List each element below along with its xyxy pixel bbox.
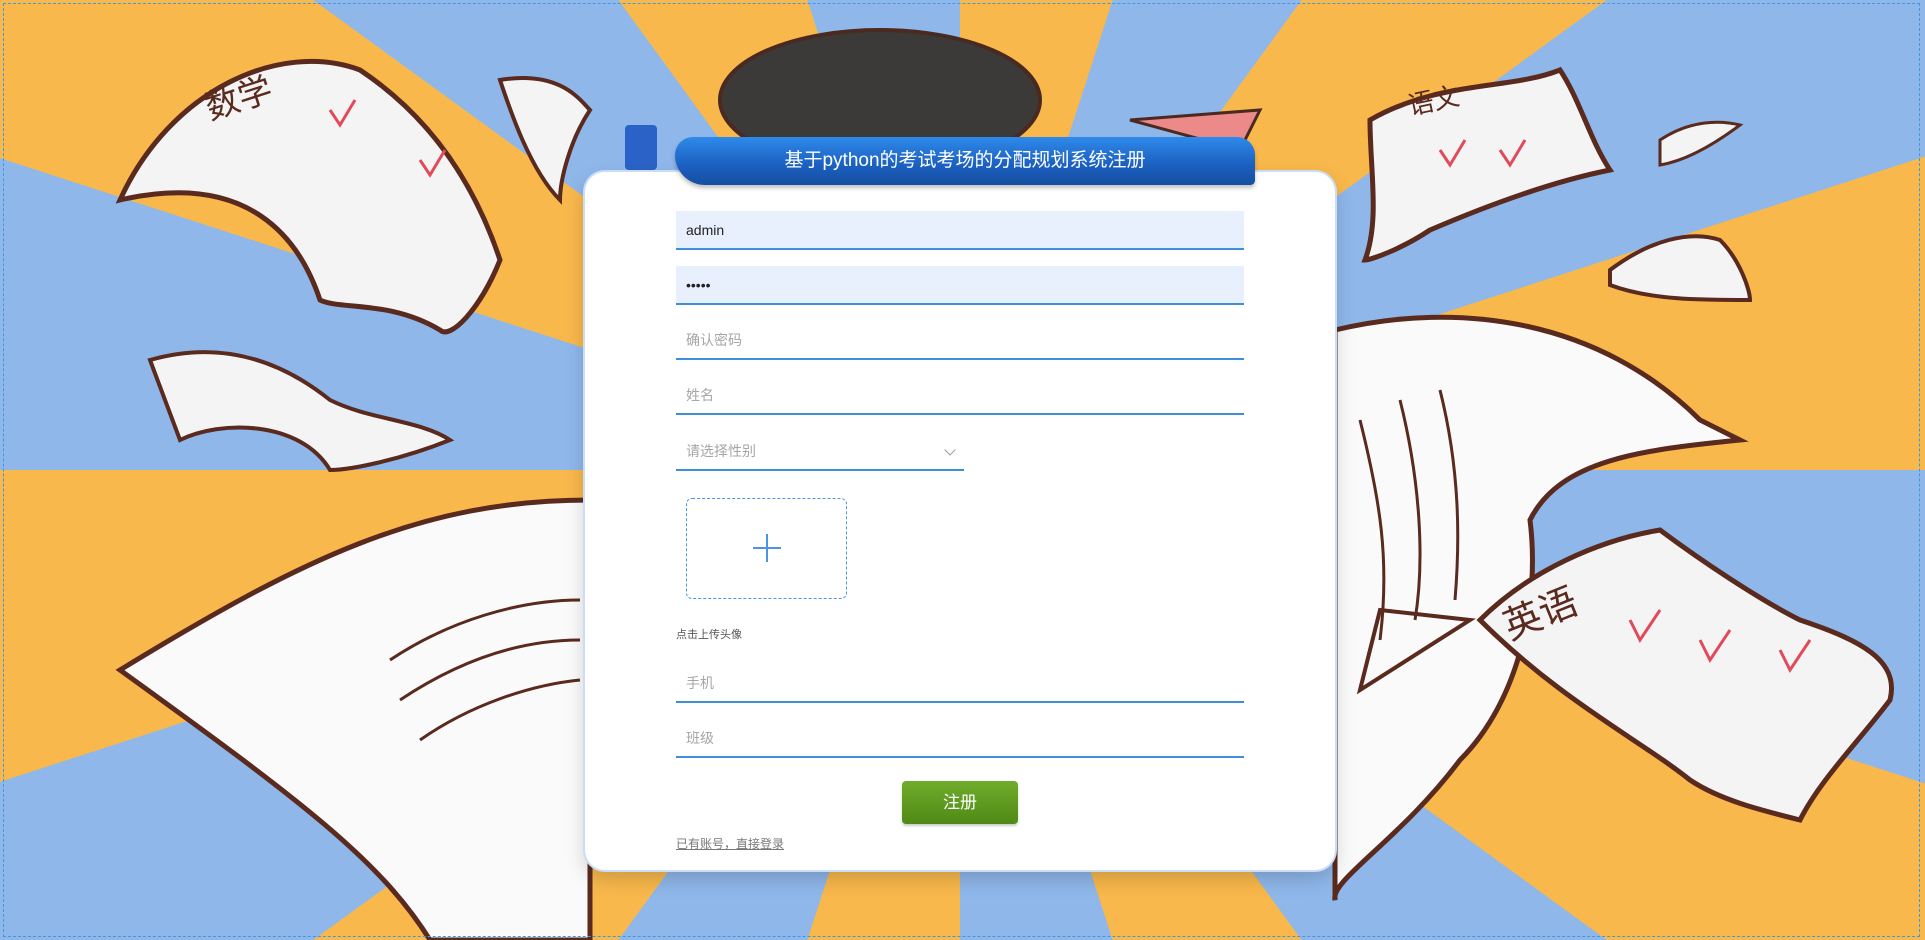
paper-english bbox=[1476, 527, 1894, 823]
gender-select[interactable]: 请选择性别 bbox=[676, 432, 964, 471]
paper-chinese bbox=[1361, 66, 1615, 263]
avatar-upload-label: 点击上传头像 bbox=[676, 629, 742, 641]
chevron-down-icon bbox=[944, 444, 956, 456]
confirm-password-field[interactable] bbox=[676, 321, 1244, 360]
gender-select-placeholder: 请选择性别 bbox=[686, 443, 756, 459]
plus-icon bbox=[753, 534, 781, 562]
name-field[interactable] bbox=[676, 376, 1244, 415]
username-field[interactable] bbox=[676, 211, 1244, 250]
paper-math bbox=[115, 59, 503, 335]
class-field[interactable] bbox=[676, 719, 1244, 758]
password-field[interactable] bbox=[676, 266, 1244, 305]
page-title: 基于python的考试考场的分配规划系统注册 bbox=[675, 137, 1255, 185]
pencil-shape bbox=[625, 125, 657, 170]
avatar-upload-box[interactable] bbox=[686, 498, 847, 599]
paper-big-left bbox=[115, 497, 593, 940]
register-button[interactable]: 注册 bbox=[902, 781, 1018, 824]
phone-field[interactable] bbox=[676, 664, 1244, 703]
login-link[interactable]: 已有账号，直接登录 bbox=[676, 835, 784, 852]
